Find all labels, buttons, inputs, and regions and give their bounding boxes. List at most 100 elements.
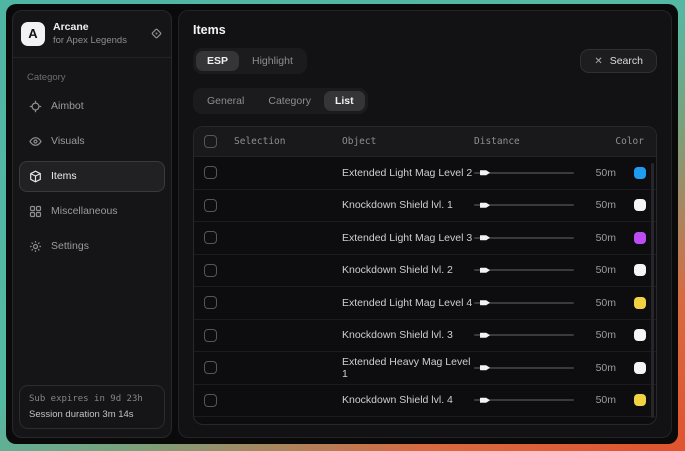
view-tabs-row: General Category List bbox=[193, 88, 657, 114]
sidebar-item-label: Miscellaneous bbox=[51, 205, 118, 217]
eye-icon bbox=[29, 135, 42, 148]
select-all-checkbox[interactable] bbox=[204, 135, 217, 148]
slider-thumb[interactable] bbox=[480, 267, 490, 274]
table-row: Backpack lvl. 1 50m bbox=[194, 417, 656, 425]
gear-icon bbox=[29, 240, 42, 253]
sidebar-header: A Arcane for Apex Legends bbox=[13, 11, 171, 58]
distance-value: 50m bbox=[574, 394, 620, 406]
tab-general[interactable]: General bbox=[196, 91, 255, 111]
sidebar-section-label: Category bbox=[13, 58, 171, 89]
diamond-target-icon[interactable] bbox=[150, 27, 163, 40]
slider-thumb[interactable] bbox=[480, 299, 490, 306]
distance-value: 50m bbox=[574, 199, 620, 211]
distance-slider[interactable] bbox=[474, 232, 574, 244]
search-button[interactable]: ✕ Search bbox=[580, 49, 657, 73]
distance-value: 50m bbox=[574, 362, 620, 374]
distance-value: 50m bbox=[574, 297, 620, 309]
object-name: Extended Heavy Mag Level 1 bbox=[342, 356, 474, 380]
sidebar-item-label: Settings bbox=[51, 240, 89, 252]
table-row: Knockdown Shield lvl. 2 50m bbox=[194, 255, 656, 288]
sidebar-item-items[interactable]: Items bbox=[19, 161, 165, 192]
color-swatch[interactable] bbox=[634, 297, 646, 309]
color-swatch[interactable] bbox=[634, 199, 646, 211]
color-swatch[interactable] bbox=[634, 362, 646, 374]
row-checkbox[interactable] bbox=[204, 264, 217, 277]
row-checkbox[interactable] bbox=[204, 231, 217, 244]
row-checkbox[interactable] bbox=[204, 361, 217, 374]
distance-slider[interactable] bbox=[474, 362, 574, 374]
slider-thumb[interactable] bbox=[480, 332, 490, 339]
color-swatch[interactable] bbox=[634, 329, 646, 341]
color-swatch[interactable] bbox=[634, 264, 646, 276]
sidebar-item-settings[interactable]: Settings bbox=[19, 231, 165, 262]
view-tabs: General Category List bbox=[193, 88, 368, 114]
object-name: Knockdown Shield lvl. 2 bbox=[342, 264, 474, 276]
sidebar-item-label: Aimbot bbox=[51, 100, 84, 112]
x-icon: ✕ bbox=[594, 56, 602, 67]
row-checkbox[interactable] bbox=[204, 166, 217, 179]
distance-slider[interactable] bbox=[474, 329, 574, 341]
package-icon bbox=[29, 170, 42, 183]
sidebar-nav: Aimbot Visuals Items bbox=[13, 89, 171, 264]
color-swatch[interactable] bbox=[634, 394, 646, 406]
mode-tabs: ESP Highlight bbox=[193, 48, 307, 74]
sidebar-item-visuals[interactable]: Visuals bbox=[19, 126, 165, 157]
object-name: Knockdown Shield lvl. 1 bbox=[342, 199, 474, 211]
slider-thumb[interactable] bbox=[480, 397, 490, 404]
object-name: Extended Light Mag Level 4 bbox=[342, 297, 474, 309]
column-header-color: Color bbox=[574, 136, 646, 147]
color-swatch[interactable] bbox=[634, 232, 646, 244]
row-checkbox[interactable] bbox=[204, 296, 217, 309]
distance-value: 50m bbox=[574, 264, 620, 276]
distance-value: 50m bbox=[574, 167, 620, 179]
app-name: Arcane bbox=[53, 21, 127, 35]
crosshair-icon bbox=[29, 100, 42, 113]
tab-esp[interactable]: ESP bbox=[196, 51, 239, 71]
distance-slider[interactable] bbox=[474, 394, 574, 406]
search-button-label: Search bbox=[610, 55, 643, 67]
table-scrollbar[interactable] bbox=[651, 163, 654, 418]
app-window: A Arcane for Apex Legends Category bbox=[6, 4, 678, 444]
session-duration-text: Session duration 3m 14s bbox=[29, 409, 155, 420]
row-checkbox[interactable] bbox=[204, 394, 217, 407]
table-row: Knockdown Shield lvl. 3 50m bbox=[194, 320, 656, 353]
distance-value: 50m bbox=[574, 232, 620, 244]
column-header-object: Object bbox=[342, 136, 474, 147]
distance-slider[interactable] bbox=[474, 199, 574, 211]
table-row: Knockdown Shield lvl. 4 50m bbox=[194, 385, 656, 418]
object-name: Extended Light Mag Level 2 bbox=[342, 167, 474, 179]
tab-category[interactable]: Category bbox=[257, 91, 322, 111]
slider-thumb[interactable] bbox=[480, 234, 490, 241]
distance-value: 50m bbox=[574, 329, 620, 341]
row-checkbox[interactable] bbox=[204, 199, 217, 212]
row-checkbox[interactable] bbox=[204, 329, 217, 342]
sidebar: A Arcane for Apex Legends Category bbox=[12, 10, 172, 438]
slider-thumb[interactable] bbox=[480, 202, 490, 209]
object-name: Extended Light Mag Level 3 bbox=[342, 232, 474, 244]
table-row: Extended Light Mag Level 2 50m bbox=[194, 157, 656, 190]
app-title-block: Arcane for Apex Legends bbox=[53, 21, 127, 47]
grid-icon bbox=[29, 205, 42, 218]
distance-slider[interactable] bbox=[474, 297, 574, 309]
sidebar-item-miscellaneous[interactable]: Miscellaneous bbox=[19, 196, 165, 227]
table-row: Extended Light Mag Level 3 50m bbox=[194, 222, 656, 255]
distance-slider[interactable] bbox=[474, 167, 574, 179]
main-panel: Items ESP Highlight ✕ Search General Cat… bbox=[178, 10, 672, 438]
sidebar-item-label: Items bbox=[51, 170, 77, 182]
color-swatch[interactable] bbox=[634, 167, 646, 179]
table-body: Extended Light Mag Level 2 50m Knockdown… bbox=[194, 157, 656, 425]
distance-slider[interactable] bbox=[474, 264, 574, 276]
object-name: Knockdown Shield lvl. 4 bbox=[342, 394, 474, 406]
sidebar-item-aimbot[interactable]: Aimbot bbox=[19, 91, 165, 122]
slider-thumb[interactable] bbox=[480, 169, 490, 176]
object-name: Knockdown Shield lvl. 3 bbox=[342, 329, 474, 341]
sidebar-spacer bbox=[13, 264, 171, 377]
page-title: Items bbox=[193, 23, 657, 37]
sidebar-item-label: Visuals bbox=[51, 135, 85, 147]
slider-thumb[interactable] bbox=[480, 364, 490, 371]
app-subtitle: for Apex Legends bbox=[53, 35, 127, 47]
tab-highlight[interactable]: Highlight bbox=[241, 51, 304, 71]
tab-list[interactable]: List bbox=[324, 91, 365, 111]
table-row: Knockdown Shield lvl. 1 50m bbox=[194, 190, 656, 223]
table-row: Extended Light Mag Level 4 50m bbox=[194, 287, 656, 320]
